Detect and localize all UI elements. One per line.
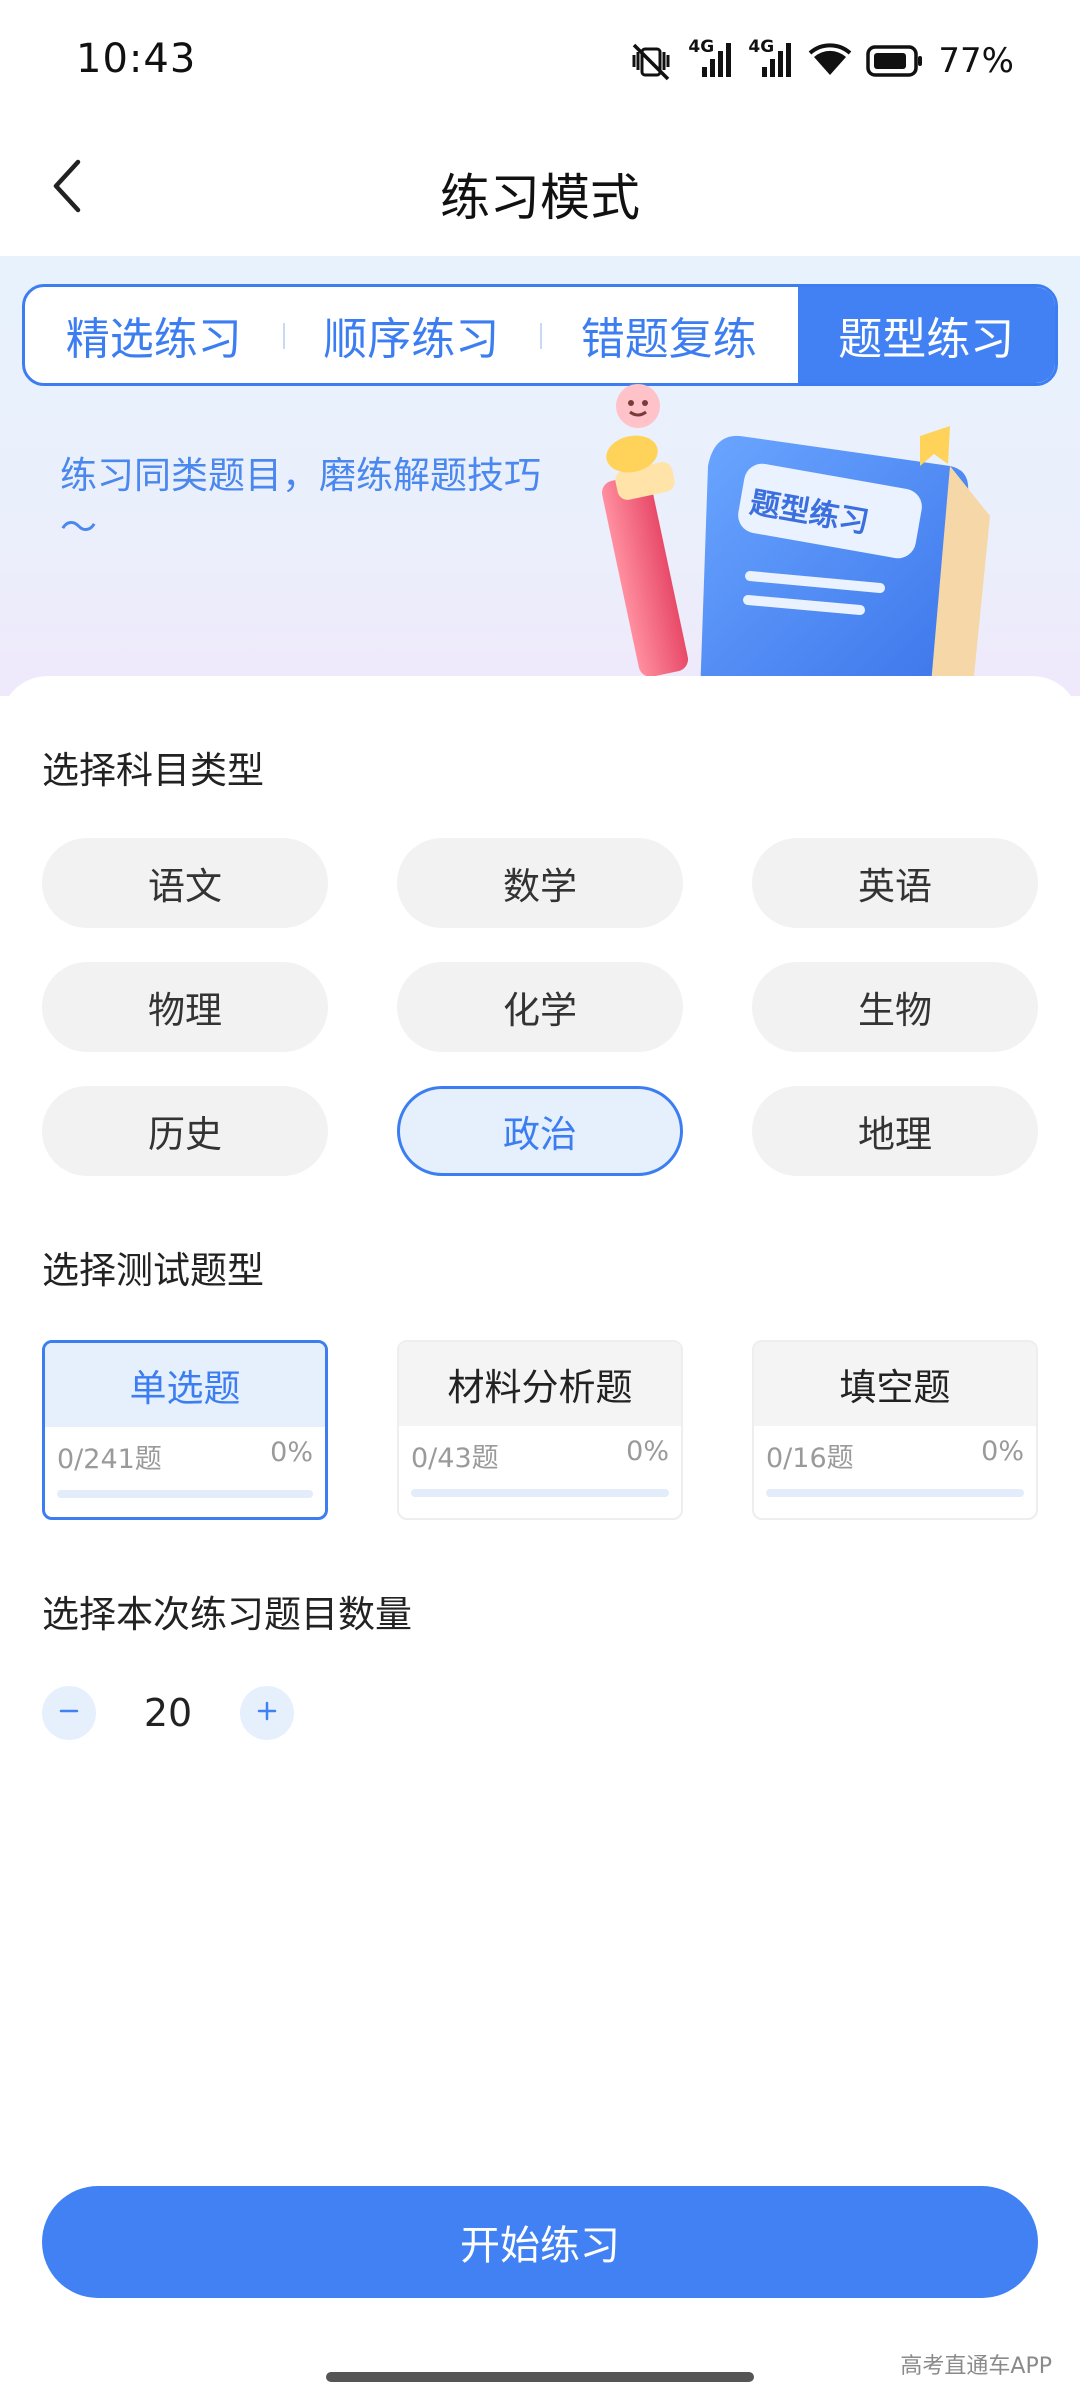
question-type-row: 单选题 0/241题 0% 材料分析题 0/43题 0% 填空题 0/16题 0… (42, 1340, 1038, 1520)
tab-question-type-practice[interactable]: 题型练习 (797, 287, 1055, 383)
question-type-section-title: 选择测试题型 (42, 1249, 264, 1292)
battery-percent: 77% (938, 41, 1014, 81)
question-type-percent: 0% (626, 1436, 669, 1467)
tab-sequential-practice[interactable]: 顺序练习 (282, 287, 541, 383)
plus-icon (255, 1699, 279, 1727)
network-type-label: 4G (748, 37, 775, 57)
progress-bar (411, 1489, 669, 1497)
mode-tabs: 精选练习 顺序练习 错题复练 题型练习 (22, 284, 1058, 386)
question-type-label: 材料分析题 (399, 1342, 681, 1426)
home-indicator[interactable] (326, 2372, 754, 2382)
question-type-fill-blank[interactable]: 填空题 0/16题 0% (752, 1340, 1038, 1520)
question-type-count: 0/241题 (57, 1444, 162, 1475)
progress-bar (766, 1489, 1024, 1497)
subject-math[interactable]: 数学 (397, 838, 683, 928)
page-title: 练习模式 (440, 169, 640, 227)
watermark: 高考直通车APP (900, 2354, 1052, 2379)
battery-icon (866, 44, 924, 78)
signal-icon: 4G (688, 37, 734, 81)
wifi-icon (808, 41, 852, 81)
question-type-label: 填空题 (754, 1342, 1036, 1426)
subject-biology[interactable]: 生物 (752, 962, 1038, 1052)
subject-chinese[interactable]: 语文 (42, 838, 328, 928)
question-type-count: 0/16题 (766, 1443, 854, 1474)
status-icons: 4G 4G 77% (628, 37, 1014, 84)
status-bar: 10:43 4G 4G 77% (0, 0, 1080, 120)
subject-history[interactable]: 历史 (42, 1086, 328, 1176)
subject-geography[interactable]: 地理 (752, 1086, 1038, 1176)
subject-chemistry[interactable]: 化学 (397, 962, 683, 1052)
increase-button[interactable] (240, 1686, 294, 1740)
decrease-button[interactable] (42, 1686, 96, 1740)
question-type-count: 0/43题 (411, 1443, 499, 1474)
tab-mistake-review[interactable]: 错题复练 (540, 287, 798, 383)
quantity-value: 20 (143, 1691, 193, 1735)
tab-selected-practice[interactable]: 精选练习 (25, 287, 283, 383)
banner: 精选练习 顺序练习 错题复练 题型练习 练习同类题目，磨练解题技巧～ 题型练习 (0, 256, 1080, 696)
subject-grid: 语文 数学 英语 物理 化学 生物 历史 政治 地理 (42, 838, 1038, 1176)
quantity-stepper: 20 (42, 1686, 294, 1740)
subject-english[interactable]: 英语 (752, 838, 1038, 928)
question-type-label: 单选题 (45, 1343, 325, 1427)
subject-section-title: 选择科目类型 (42, 749, 264, 792)
book-illustration: 题型练习 (590, 376, 1030, 696)
progress-bar (57, 1490, 313, 1498)
banner-description: 练习同类题目，磨练解题技巧～ (60, 454, 541, 549)
subject-physics[interactable]: 物理 (42, 962, 328, 1052)
signal-icon: 4G (748, 37, 794, 81)
network-type-label: 4G (688, 37, 715, 57)
vibrate-off-icon (628, 41, 674, 81)
question-type-percent: 0% (981, 1436, 1024, 1467)
start-practice-button[interactable]: 开始练习 (42, 2186, 1038, 2298)
quantity-section-title: 选择本次练习题目数量 (42, 1593, 412, 1636)
content-sheet: 选择科目类型 语文 数学 英语 物理 化学 生物 历史 政治 地理 选择测试题型… (0, 676, 1080, 2400)
minus-icon (57, 1699, 81, 1727)
nav-bar: 练习模式 (0, 120, 1080, 256)
question-type-percent: 0% (270, 1437, 313, 1468)
question-type-single-choice[interactable]: 单选题 0/241题 0% (42, 1340, 328, 1520)
subject-politics[interactable]: 政治 (397, 1086, 683, 1176)
status-time: 10:43 (76, 36, 197, 82)
question-type-material-analysis[interactable]: 材料分析题 0/43题 0% (397, 1340, 683, 1520)
